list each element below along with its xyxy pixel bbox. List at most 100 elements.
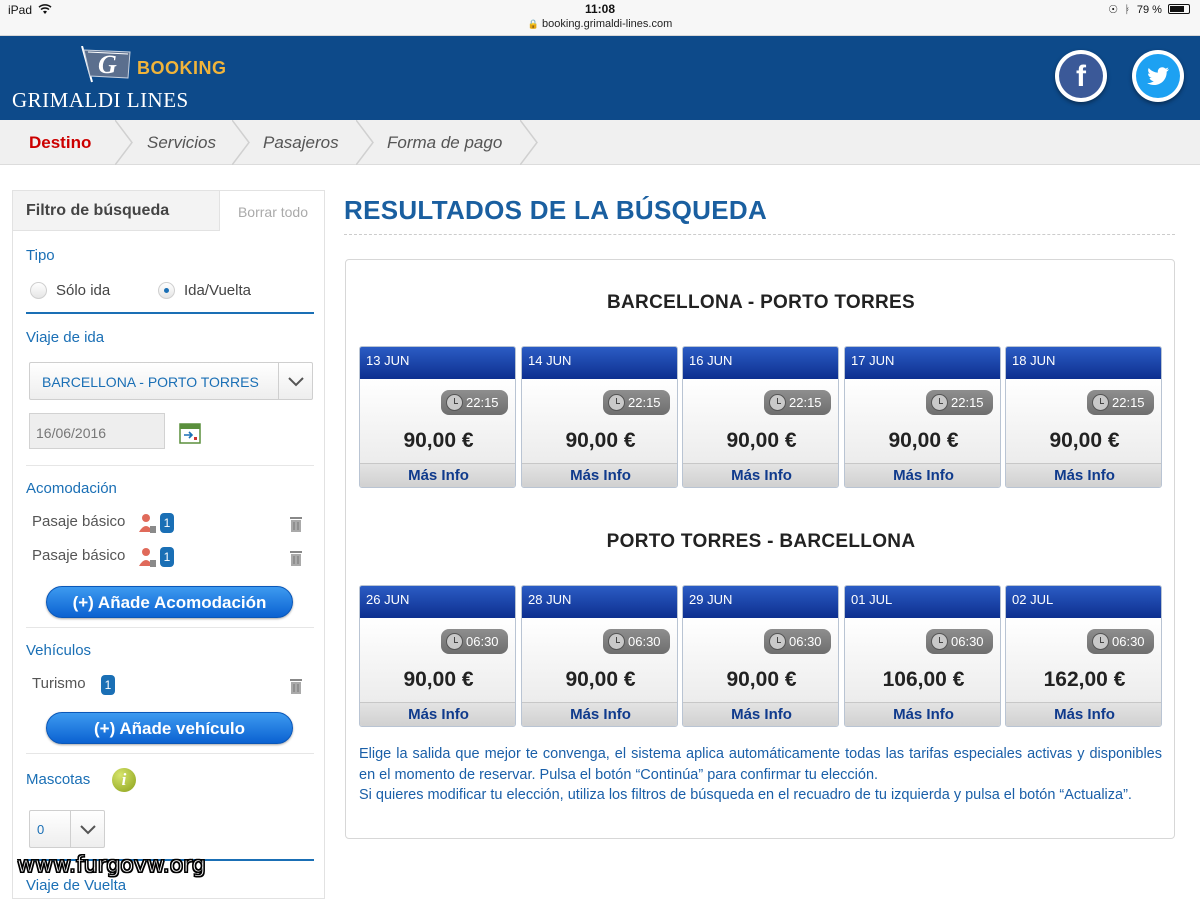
explanation-line-2: Si quieres modificar tu elección, utiliz… <box>359 787 1132 803</box>
departure-time: 22:15 <box>603 390 670 415</box>
sailing-date: 28 JUN <box>522 586 677 618</box>
step-chevron-icon <box>232 120 250 165</box>
info-icon[interactable]: i <box>112 768 136 792</box>
radio-return-label[interactable]: Ida/Vuelta <box>184 282 251 299</box>
step-chevron-icon <box>115 120 133 165</box>
departure-time: 22:15 <box>926 390 993 415</box>
sailing-body: 06:30 162,00 € <box>1006 618 1161 702</box>
departure-time-text: 06:30 <box>951 634 984 649</box>
sailing-price: 106,00 € <box>882 668 965 691</box>
accommodation-count-badge: 1 <box>160 513 174 533</box>
sailing-body: 06:30 90,00 € <box>683 618 838 702</box>
sailing-card[interactable]: 01 JUL 06:30 106,00 € Más Info <box>844 585 1001 727</box>
step-destino[interactable]: Destino <box>29 120 91 165</box>
sailing-card[interactable]: 17 JUN 22:15 90,00 € Más Info <box>844 346 1001 488</box>
site-header: G BOOKING GRIMALDI LINES f <box>0 36 1200 120</box>
radio-return[interactable] <box>158 282 175 299</box>
departure-date-input[interactable]: 16/06/2016 <box>29 413 165 449</box>
more-info-link[interactable]: Más Info <box>683 702 838 726</box>
sailing-price: 90,00 € <box>565 668 636 691</box>
more-info-link[interactable]: Más Info <box>1006 463 1161 487</box>
watermark: www.furgovw.org <box>17 853 207 879</box>
filter-header: Filtro de búsqueda Borrar todo <box>13 191 324 231</box>
step-chevron-icon <box>356 120 374 165</box>
calendar-icon[interactable] <box>178 421 202 445</box>
departure-time: 22:15 <box>1087 390 1154 415</box>
acomodacion-title: Acomodación <box>26 480 117 497</box>
sailing-card[interactable]: 02 JUL 06:30 162,00 € Más Info <box>1005 585 1162 727</box>
more-info-link[interactable]: Más Info <box>1006 702 1161 726</box>
sailing-date: 13 JUN <box>360 347 515 379</box>
sailing-date: 18 JUN <box>1006 347 1161 379</box>
twitter-button[interactable] <box>1132 50 1184 102</box>
more-info-link[interactable]: Más Info <box>845 463 1000 487</box>
sailing-card[interactable]: 26 JUN 06:30 90,00 € Más Info <box>359 585 516 727</box>
logo-letter: G <box>98 50 117 79</box>
section-divider <box>26 627 314 628</box>
route-select[interactable]: BARCELLONA - PORTO TORRES <box>29 362 313 400</box>
add-vehicle-button[interactable]: (+) Añade vehículo <box>46 712 293 744</box>
sailing-date: 16 JUN <box>683 347 838 379</box>
url-text: booking.grimaldi-lines.com <box>542 18 673 30</box>
sailing-body: 22:15 90,00 € <box>1006 379 1161 463</box>
sailing-price: 90,00 € <box>403 429 474 452</box>
sailing-body: 06:30 106,00 € <box>845 618 1000 702</box>
sailing-body: 22:15 90,00 € <box>683 379 838 463</box>
facebook-button[interactable]: f <box>1055 50 1107 102</box>
departure-time-text: 22:15 <box>466 395 499 410</box>
brand-name[interactable]: GRIMALDI LINES <box>12 88 189 113</box>
departure-time: 22:15 <box>764 390 831 415</box>
clock-icon <box>769 633 786 650</box>
more-info-link[interactable]: Más Info <box>360 463 515 487</box>
pets-select[interactable]: 0 <box>29 810 105 848</box>
sailing-card[interactable]: 16 JUN 22:15 90,00 € Más Info <box>682 346 839 488</box>
vehicle-item-label: Turismo <box>32 675 86 692</box>
add-accommodation-button[interactable]: (+) Añade Acomodación <box>46 586 293 618</box>
results-panel: BARCELLONA - PORTO TORRES 13 JUN 22:15 90,… <box>345 259 1175 839</box>
sailing-date: 02 JUL <box>1006 586 1161 618</box>
sailing-body: 22:15 90,00 € <box>845 379 1000 463</box>
departure-time-text: 06:30 <box>789 634 822 649</box>
section-divider <box>26 312 314 314</box>
clear-all-button[interactable]: Borrar todo <box>219 191 324 231</box>
sailing-date: 26 JUN <box>360 586 515 618</box>
trash-icon[interactable] <box>289 549 303 567</box>
accommodation-item-label: Pasaje básico <box>32 513 126 530</box>
trash-icon[interactable] <box>289 515 303 533</box>
filter-title: Filtro de búsqueda <box>26 202 170 219</box>
clock-icon <box>1092 394 1109 411</box>
sailing-price: 90,00 € <box>1049 429 1120 452</box>
step-pasajeros[interactable]: Pasajeros <box>263 120 339 165</box>
return-route-title: PORTO TORRES - BARCELLONA <box>606 531 916 552</box>
departure-time: 06:30 <box>764 629 831 654</box>
radio-one-way[interactable] <box>30 282 47 299</box>
battery-percent: 79 % <box>1136 4 1162 16</box>
trash-icon[interactable] <box>289 677 303 695</box>
address-bar[interactable]: 🔒 booking.grimaldi-lines.com <box>0 18 1200 30</box>
clock-icon <box>446 633 463 650</box>
radio-one-way-label[interactable]: Sólo ida <box>56 282 110 299</box>
departure-time: 06:30 <box>1087 629 1154 654</box>
more-info-link[interactable]: Más Info <box>845 702 1000 726</box>
bluetooth-icon: ᛓ <box>1124 4 1131 16</box>
more-info-link[interactable]: Más Info <box>683 463 838 487</box>
more-info-link[interactable]: Más Info <box>522 702 677 726</box>
departure-time: 06:30 <box>441 629 508 654</box>
viaje-ida-title: Viaje de ida <box>26 329 105 346</box>
sailing-body: 22:15 90,00 € <box>360 379 515 463</box>
sailing-card[interactable]: 29 JUN 06:30 90,00 € Más Info <box>682 585 839 727</box>
sailing-card[interactable]: 28 JUN 06:30 90,00 € Más Info <box>521 585 678 727</box>
step-forma-de-pago[interactable]: Forma de pago <box>387 120 502 165</box>
more-info-link[interactable]: Más Info <box>522 463 677 487</box>
sailing-card[interactable]: 13 JUN 22:15 90,00 € Más Info <box>359 346 516 488</box>
clock-icon <box>1092 633 1109 650</box>
more-info-link[interactable]: Más Info <box>360 702 515 726</box>
step-servicios[interactable]: Servicios <box>147 120 216 165</box>
sailing-date: 14 JUN <box>522 347 677 379</box>
sailing-card[interactable]: 18 JUN 22:15 90,00 € Más Info <box>1005 346 1162 488</box>
departure-time-text: 22:15 <box>789 395 822 410</box>
clock-icon <box>931 394 948 411</box>
booking-label: BOOKING <box>137 58 227 78</box>
sailing-card[interactable]: 14 JUN 22:15 90,00 € Más Info <box>521 346 678 488</box>
vehiculos-title: Vehículos <box>26 642 92 659</box>
